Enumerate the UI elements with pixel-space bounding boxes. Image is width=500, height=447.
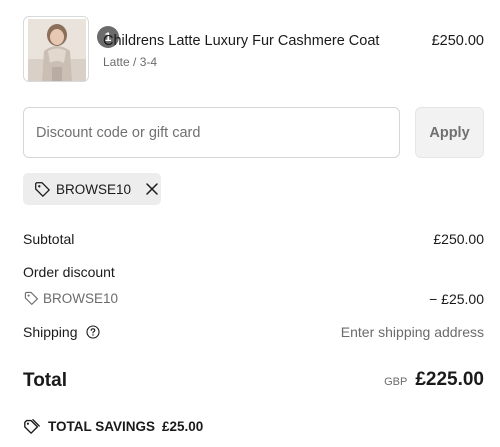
product-image [28,19,86,81]
applied-discount-code: BROWSE10 [56,181,132,197]
product-variant: Latte / 3-4 [103,55,158,69]
apply-button[interactable]: Apply [415,107,484,158]
total-value: £225.00 [415,369,484,390]
shipping-label-row: Shipping [23,324,100,340]
savings-label: TOTAL SAVINGS [48,418,156,434]
question-circle-icon[interactable] [85,325,100,339]
applied-discount-chip: BROWSE10 [23,173,161,205]
tag-icon [35,182,50,197]
total-amount-group: GBP £225.00 [384,369,484,391]
subtotal-value: £250.00 [433,231,484,247]
order-discount-code-row: BROWSE10 [23,290,118,306]
line-item: 1 Childrens Latte Luxury Fur Cashmere Co… [23,16,484,84]
order-discount-value: − £25.00 [429,291,484,307]
product-title: Childrens Latte Luxury Fur Cashmere Coat [103,33,380,49]
total-savings: TOTAL SAVINGS £25.00 [23,417,203,435]
total-label: Total [23,370,67,391]
tag-icon [24,291,38,305]
product-thumbnail [23,16,89,82]
savings-value: £25.00 [162,418,204,434]
total-currency: GBP [384,376,408,388]
subtotal-label: Subtotal [23,231,75,247]
product-price: £250.00 [431,33,484,49]
close-icon[interactable] [145,182,159,196]
order-discount-code: BROWSE10 [43,290,119,306]
discount-code-input[interactable] [23,107,400,158]
shipping-label: Shipping [23,324,78,340]
double-tag-icon [24,419,40,434]
order-discount-label: Order discount [23,264,115,280]
shipping-value: Enter shipping address [340,324,484,340]
